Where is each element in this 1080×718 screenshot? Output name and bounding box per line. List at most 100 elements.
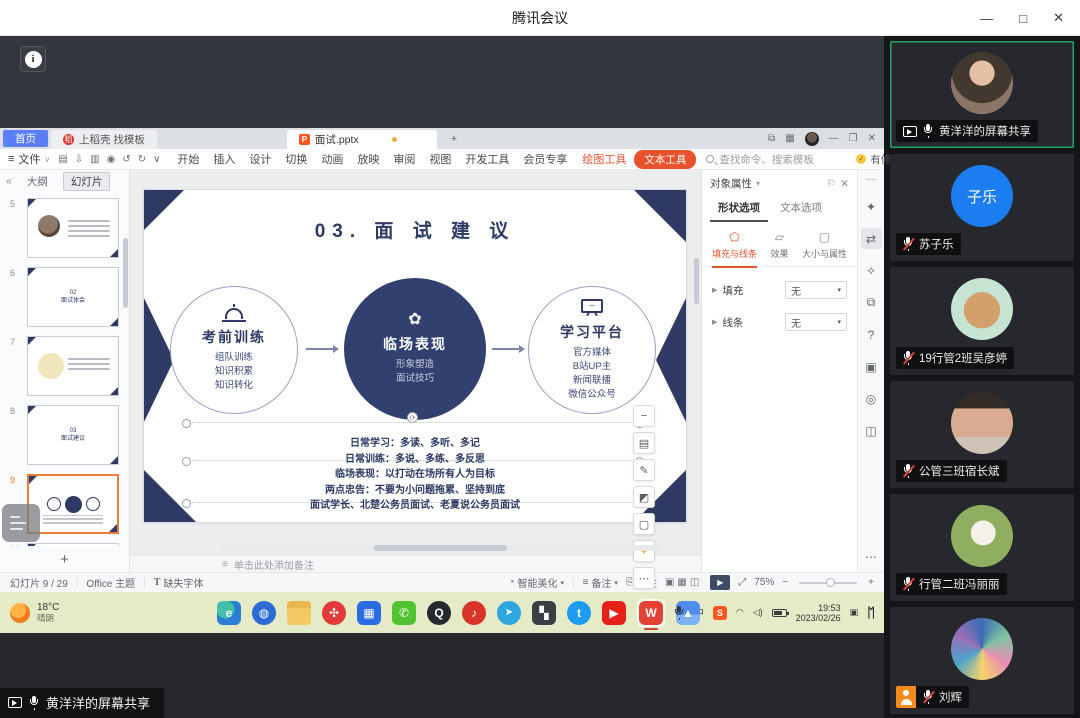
zoom-in-button[interactable]: + (868, 577, 874, 588)
note-button[interactable]: ≡备注▾ (583, 575, 618, 590)
slide-thumb-9-selected[interactable]: 9 (27, 474, 119, 534)
wifi-icon[interactable]: ◠ (736, 607, 744, 618)
participant-tile[interactable]: 行管二班冯丽丽 (890, 494, 1074, 601)
tray-mic-icon[interactable] (674, 606, 684, 620)
slides-tab[interactable]: 幻灯片 (63, 172, 111, 191)
menu-member[interactable]: 会员专享 (516, 151, 574, 167)
selection-handles[interactable] (192, 422, 634, 423)
twitter-icon[interactable]: t (567, 601, 591, 625)
telegram-like-icon[interactable]: ➤ (497, 601, 521, 625)
save-icon[interactable]: ▤ (58, 154, 67, 165)
redo-icon[interactable]: ↻ (138, 154, 146, 165)
slideshow-play-button[interactable]: ▶ (710, 575, 730, 590)
text-tools-tab[interactable]: 文本工具 (634, 150, 696, 169)
canvas-horizontal-scrollbar[interactable] (220, 545, 661, 551)
maximize-button[interactable]: □ (1019, 11, 1027, 26)
wechat-icon[interactable]: ✆ (392, 601, 416, 625)
ribbon-collapse-icon[interactable]: ∨ (153, 154, 160, 165)
notification-center-icon[interactable]: ▣ (850, 607, 859, 618)
slide-page[interactable]: 03. 面 试 建 议 考前训练 组队训练 知识积累 知识转化 (144, 190, 686, 522)
netease-music-icon[interactable]: ♪ (462, 601, 486, 625)
circle-onsite-performance[interactable]: ✿ 临场表现 形象塑造 面试技巧 (344, 278, 486, 420)
fill-line-subtab[interactable]: ⬠填充与线条 (712, 230, 757, 268)
layout-quick-button[interactable] (2, 504, 40, 542)
properties-tool-icon[interactable]: ⇄ (861, 228, 882, 249)
record-tool-icon[interactable]: ◎ (861, 388, 882, 409)
drag-handle-icon[interactable]: — (866, 174, 877, 185)
outline-tab[interactable]: 大纲 (20, 173, 55, 190)
help-tool-icon[interactable]: ? (861, 324, 882, 345)
tips-bulb-icon[interactable]: ✦ (633, 540, 655, 562)
file-explorer-icon[interactable] (287, 601, 311, 625)
print-icon[interactable]: ▥ (90, 154, 99, 165)
circle-pre-exam-training[interactable]: 考前训练 组队训练 知识积累 知识转化 (170, 286, 298, 414)
menu-transition[interactable]: 切换 (278, 151, 314, 167)
youtube-icon[interactable]: ▶ (602, 601, 626, 625)
draw-tools-tab[interactable]: 绘图工具 (574, 151, 634, 167)
more-tools-icon[interactable]: ⋯ (633, 567, 655, 589)
material-icon[interactable]: ▤ (633, 432, 655, 454)
slide-text-block[interactable]: 日常学习：多读、多听、多记 日常训练：多说、多练、多反思 临场表现：以打动在场所… (144, 436, 686, 514)
preview-icon[interactable]: ◉ (107, 154, 116, 165)
theme-name[interactable]: Office 主题 (86, 575, 135, 590)
size-properties-subtab[interactable]: ▢大小与属性 (802, 230, 847, 260)
smart-beautify-button[interactable]: ◔智能美化▾ (508, 575, 564, 590)
zoom-slider[interactable] (799, 582, 857, 584)
strip-more-icon[interactable]: ⋯ (865, 550, 877, 564)
wps-user-avatar[interactable] (805, 132, 819, 146)
pinwheel-app-icon[interactable]: ✣ (322, 601, 346, 625)
wps-close-button[interactable]: ✕ (868, 133, 876, 144)
participant-tile[interactable]: 刘辉 (890, 607, 1074, 714)
zoom-slider-knob[interactable] (826, 578, 835, 587)
slide-thumb-5[interactable]: 5 (27, 198, 119, 258)
wps-restore-button[interactable]: ❐ (849, 133, 858, 144)
sparkle-tool-icon[interactable]: ✧ (861, 260, 882, 281)
slide-thumb-8[interactable]: 8 03面试建议 (27, 405, 119, 465)
new-tab-button[interactable]: + (437, 128, 471, 149)
shape-tool-icon[interactable]: ✦ (861, 196, 882, 217)
undo-icon[interactable]: ↺ (122, 154, 130, 165)
view-mode-icons[interactable]: ▣▦◫ (665, 577, 702, 588)
brush-icon[interactable]: ✎ (633, 459, 655, 481)
duplicate-tool-icon[interactable]: ⧉ (861, 292, 882, 313)
start-button[interactable] (184, 602, 206, 624)
expand-arrow-icon[interactable]: ▶ (712, 318, 717, 326)
volume-icon[interactable]: ◁) (753, 607, 763, 618)
notes-bar[interactable]: ≡ 单击此处添加备注 (130, 555, 701, 572)
menu-start[interactable]: 开始 (170, 151, 206, 167)
minimize-button[interactable]: — (980, 11, 993, 26)
menu-insert[interactable]: 插入 (206, 151, 242, 167)
wps-docer-tab[interactable]: 稻 上稻壳 找模板 (51, 130, 157, 149)
panel-collapse-icon[interactable]: « (6, 175, 12, 187)
collapse-toolbar-icon[interactable]: − (633, 405, 655, 427)
slide-title[interactable]: 03. 面 试 建 议 (144, 216, 686, 243)
close-panel-icon[interactable]: ✕ (840, 178, 849, 190)
chevron-down-icon[interactable]: ▾ (756, 179, 760, 188)
menu-review[interactable]: 审阅 (386, 151, 422, 167)
fill-bucket-icon[interactable]: ◩ (633, 486, 655, 508)
add-slide-button[interactable]: + (0, 546, 129, 572)
missing-font-warning[interactable]: T缺失字体 (154, 575, 204, 590)
participant-tile[interactable]: 黄洋洋的屏幕共享 (890, 41, 1074, 148)
edge-icon[interactable]: e (217, 601, 241, 625)
shape-options-tab[interactable]: 形状选项 (710, 197, 768, 222)
wps-taskbar-active[interactable]: W (637, 599, 665, 627)
export-icon[interactable]: ⇩ (75, 154, 83, 165)
participant-tile[interactable]: 19行管2班吴彦婷 (890, 267, 1074, 374)
slide-thumb-10[interactable]: 10 (27, 543, 119, 546)
menu-view[interactable]: 视图 (422, 151, 458, 167)
menu-slideshow[interactable]: 放映 (350, 151, 386, 167)
qq-icon[interactable]: Q (427, 601, 451, 625)
m-logo-icon[interactable]: ᛖ (867, 605, 874, 620)
tiles-app-icon[interactable]: ▦ (357, 601, 381, 625)
menu-animation[interactable]: 动画 (314, 151, 350, 167)
sogou-icon[interactable]: S (713, 606, 727, 620)
close-button[interactable]: ✕ (1053, 10, 1064, 26)
wps-minimize-button[interactable]: — (829, 133, 839, 144)
command-search[interactable]: 查找命令、搜索模板 (706, 152, 856, 167)
wps-document-tab[interactable]: P 面试.pptx (287, 130, 437, 149)
expand-arrow-icon[interactable]: ▶ (712, 286, 717, 294)
browser-icon[interactable]: ◍ (252, 601, 276, 625)
text-options-tab[interactable]: 文本选项 (772, 197, 830, 222)
file-menu-button[interactable]: ≡ 文件 ∨ (8, 151, 50, 167)
